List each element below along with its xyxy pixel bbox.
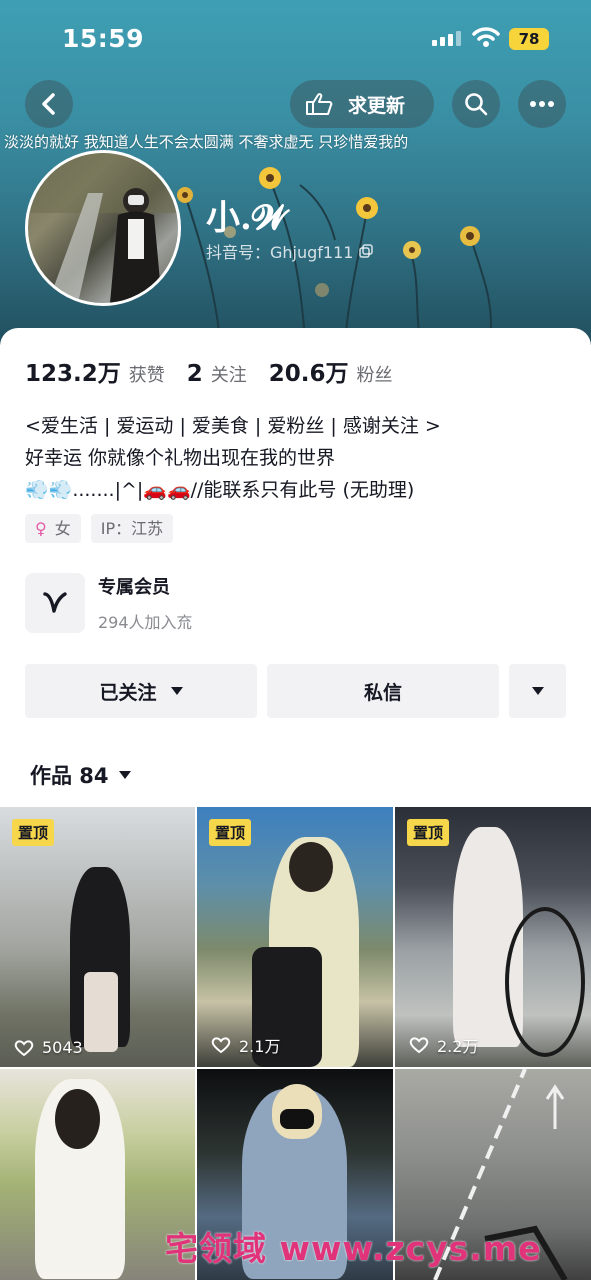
followed-label: 已关注 <box>99 681 157 704</box>
chevron-left-icon <box>42 93 55 115</box>
heart-icon <box>409 1037 429 1054</box>
caret-down-icon <box>531 687 544 695</box>
likes-count[interactable]: 123.2万 <box>25 354 121 388</box>
video-grid: 置顶 5043 置顶 2.1万 置顶 2.2万 <box>0 807 591 1280</box>
like-count: 2.2万 <box>409 1033 478 1057</box>
more-actions-button[interactable] <box>509 664 566 718</box>
heart-icon <box>14 1039 34 1056</box>
watermark: 宅领域 www.zcys.me <box>165 1229 542 1268</box>
request-update-button[interactable]: 求更新 <box>290 80 434 128</box>
like-count-text: 5043 <box>42 1038 83 1057</box>
membership-title: 专属会员 <box>98 577 170 598</box>
message-button[interactable]: 私信 <box>267 664 499 718</box>
avatar-photo <box>28 153 178 303</box>
bio-line: <爱生活 | 爱运动 | 爱美食 | 爱粉丝 | 感谢关注 > <box>25 415 441 437</box>
followers-count[interactable]: 20.6万 <box>269 354 349 388</box>
pinned-badge: 置顶 <box>209 819 252 846</box>
like-count-text: 2.2万 <box>437 1037 479 1056</box>
search-icon <box>465 93 488 116</box>
works-tab[interactable]: 作品 84 <box>30 760 131 790</box>
more-dots-icon <box>530 101 554 107</box>
status-bar: 15:59 78 <box>0 0 591 70</box>
membership-entry[interactable]: 专属会员 294人加入㐬 <box>25 573 193 633</box>
caret-down-icon <box>170 687 183 695</box>
profile-banner: 15:59 78 求更新 淡淡的就好 我知道人生不会太圆满 不奢求虚无 只珍惜爱… <box>0 0 591 345</box>
like-count: 2.1万 <box>211 1033 280 1057</box>
followed-button[interactable]: 已关注 <box>25 664 257 718</box>
request-update-label: 求更新 <box>348 94 406 117</box>
membership-v-icon <box>25 573 85 633</box>
like-count-text: 2.1万 <box>239 1037 281 1056</box>
video-tile[interactable]: 置顶 5043 <box>0 807 195 1067</box>
video-tile[interactable]: 置顶 2.1万 <box>197 807 393 1067</box>
ip-location-label: IP：江苏 <box>100 519 164 538</box>
back-button[interactable] <box>25 80 73 128</box>
following-count[interactable]: 2 <box>187 361 203 387</box>
followers-label: 粉丝 <box>356 365 393 386</box>
video-tile[interactable]: 置顶 2.2万 <box>395 807 591 1067</box>
message-label: 私信 <box>363 681 402 704</box>
like-count: 5043 <box>14 1038 83 1057</box>
caret-down-icon <box>118 771 131 779</box>
display-name: 小.𝓦 <box>206 198 288 238</box>
pinned-badge: 置顶 <box>407 819 450 846</box>
hand-point-icon <box>306 93 333 115</box>
gender-tag: ♀ 女 <box>25 514 81 543</box>
stats-row: 123.2万 获赞 2 关注 20.6万 粉丝 <box>25 354 415 388</box>
pinned-badge: 置顶 <box>12 819 55 846</box>
gender-label: 女 <box>54 519 71 538</box>
search-button[interactable] <box>452 80 500 128</box>
works-tab-label: 作品 84 <box>30 764 109 788</box>
ip-location-tag: IP：江苏 <box>90 514 174 543</box>
clock: 15:59 <box>62 24 145 53</box>
battery-indicator: 78 <box>509 28 549 50</box>
wifi-icon <box>472 27 500 47</box>
bio-line: 💨💨.......|^|🚗🚗//能联系只有此号 (无助理) <box>25 479 415 501</box>
likes-label: 获赞 <box>128 365 165 386</box>
douyin-id[interactable]: 抖音号：Ghjugf111 <box>206 239 374 263</box>
profile-tags: ♀ 女 IP：江苏 <box>25 514 174 543</box>
heart-icon <box>211 1037 231 1054</box>
douyin-id-text: 抖音号：Ghjugf111 <box>206 243 354 262</box>
copy-icon[interactable] <box>359 244 374 258</box>
action-buttons: 已关注 私信 <box>25 664 566 718</box>
membership-subtitle: 294人加入㐬 <box>98 613 193 632</box>
female-icon: ♀ <box>35 519 47 538</box>
following-label: 关注 <box>210 365 247 386</box>
bio: <爱生活 | 爱运动 | 爱美食 | 爱粉丝 | 感谢关注 > 好幸运 你就像个… <box>25 410 441 506</box>
more-button[interactable] <box>518 80 566 128</box>
banner-quote: 淡淡的就好 我知道人生不会太圆满 不奢求虚无 只珍惜爱我的 <box>4 133 409 151</box>
bio-line: 好幸运 你就像个礼物出现在我的世界 <box>25 447 336 469</box>
cellular-signal-icon <box>432 30 462 46</box>
avatar[interactable] <box>25 150 181 306</box>
